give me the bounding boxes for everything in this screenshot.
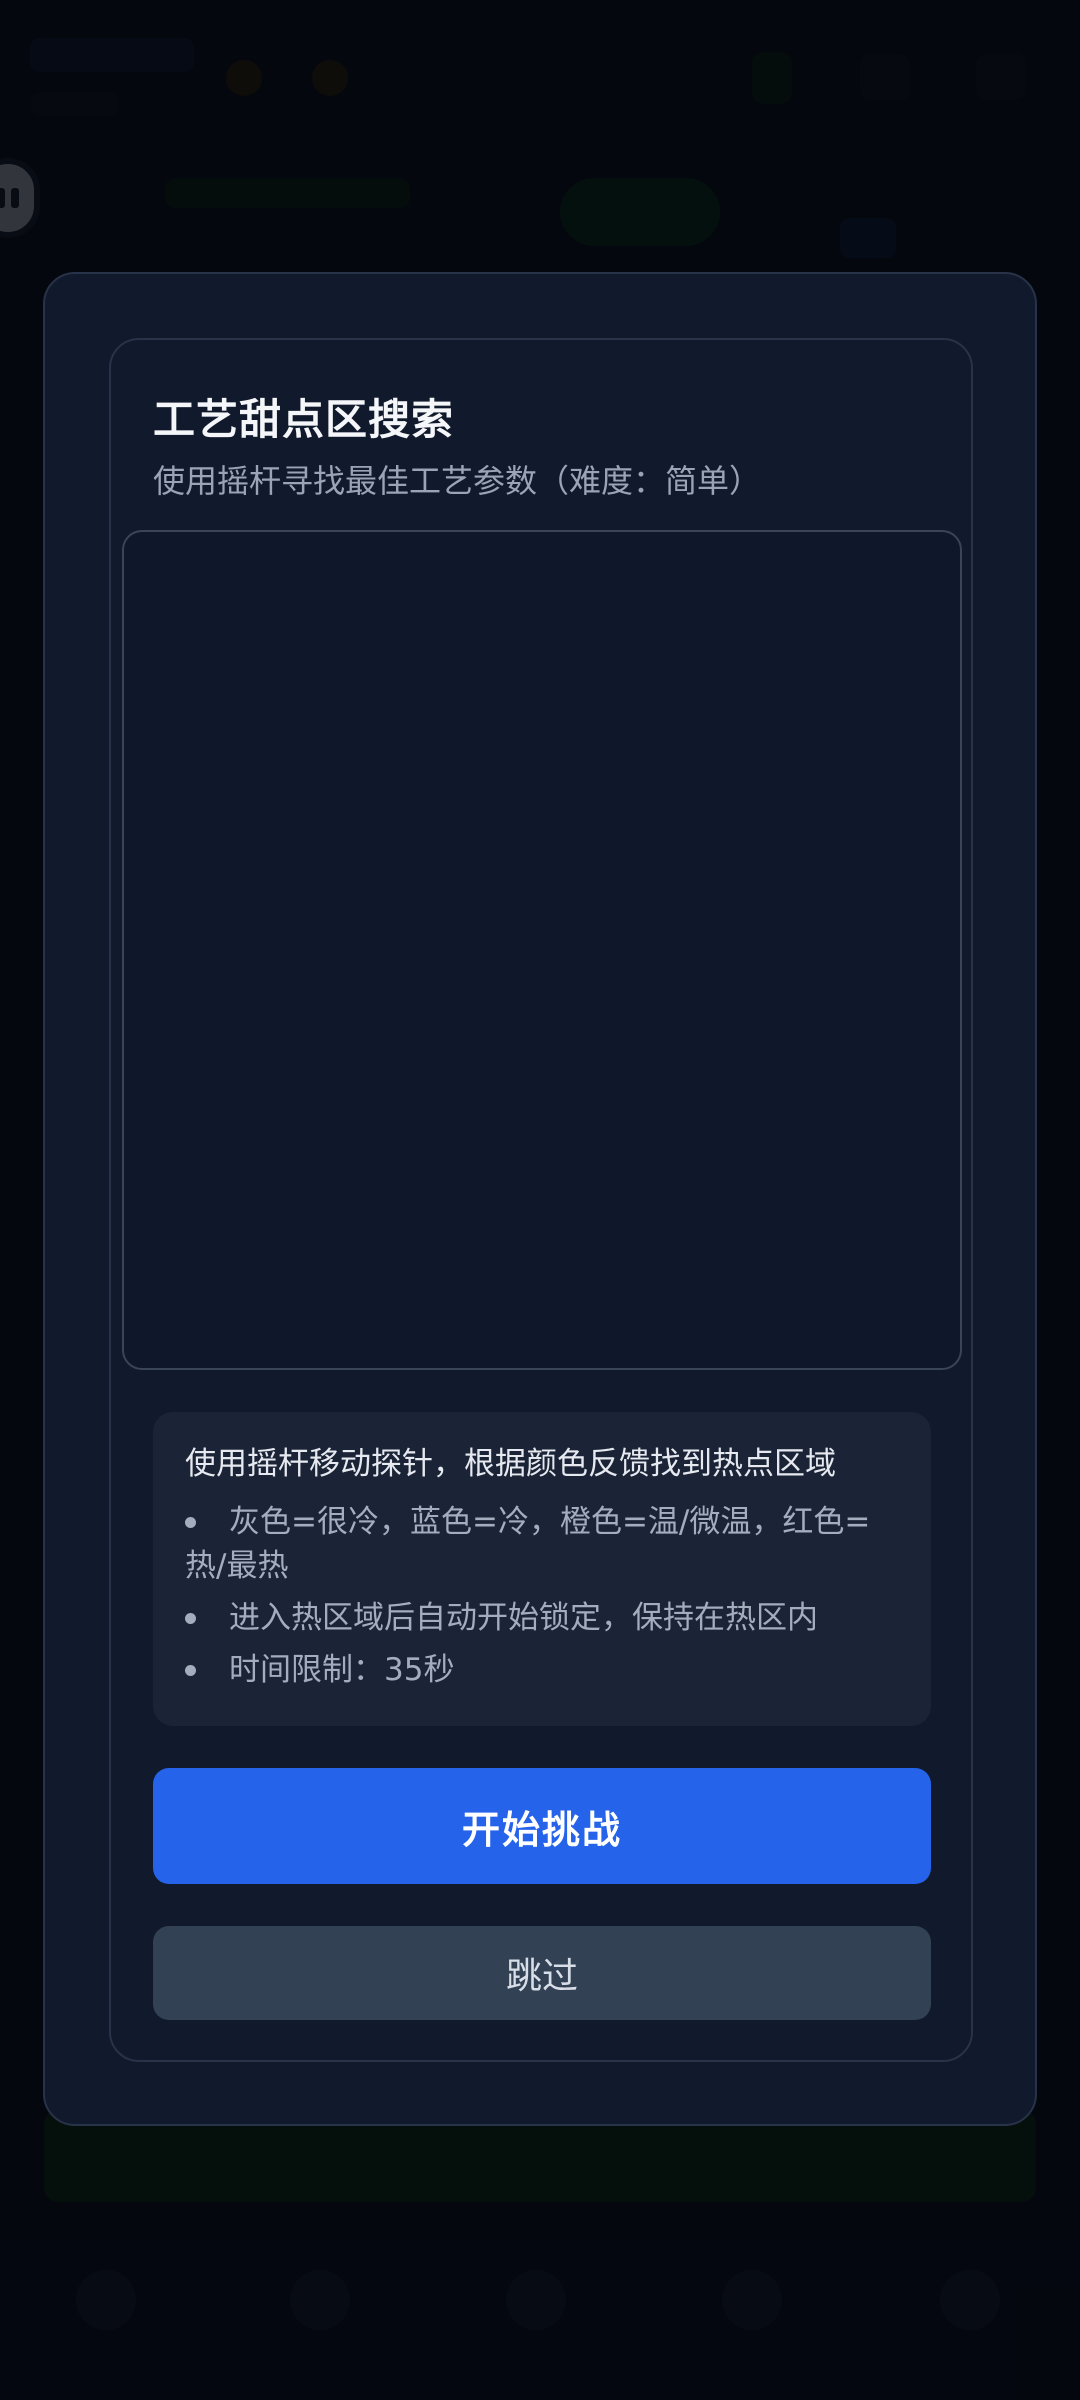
instruction-text: 进入热区域后自动开始锁定，保持在热区内 <box>229 1600 818 1636</box>
bullet-icon <box>185 1665 196 1676</box>
instructions-box: 使用摇杆移动探针，根据颜色反馈找到热点区域 灰色=很冷，蓝色=冷，橙色=温/微温… <box>153 1412 931 1726</box>
instruction-item: 进入热区域后自动开始锁定，保持在热区内 <box>185 1596 901 1640</box>
instructions-list: 灰色=很冷，蓝色=冷，橙色=温/微温，红色=热/最热 进入热区域后自动开始锁定，… <box>185 1500 901 1692</box>
skip-button[interactable]: 跳过 <box>153 1926 931 2020</box>
instruction-item: 灰色=很冷，蓝色=冷，橙色=温/微温，红色=热/最热 <box>185 1500 901 1588</box>
instructions-lead: 使用摇杆移动探针，根据颜色反馈找到热点区域 <box>185 1446 836 1482</box>
minigame-card: 工艺甜点区搜索 使用摇杆寻找最佳工艺参数（难度：简单） 使用摇杆移动探针，根据颜… <box>109 338 973 2062</box>
bullet-icon <box>185 1613 196 1624</box>
instruction-item: 时间限制：35秒 <box>185 1648 901 1692</box>
instruction-text: 时间限制：35秒 <box>229 1652 455 1688</box>
app-screen: 工艺甜点区搜索 使用摇杆寻找最佳工艺参数（难度：简单） 使用摇杆移动探针，根据颜… <box>0 0 1080 2400</box>
bullet-icon <box>185 1517 196 1528</box>
instruction-text: 灰色=很冷，蓝色=冷，橙色=温/微温，红色=热/最热 <box>185 1504 871 1584</box>
game-canvas[interactable] <box>122 530 962 1370</box>
dialog-subtitle: 使用摇杆寻找最佳工艺参数（难度：简单） <box>153 462 762 500</box>
start-challenge-button[interactable]: 开始挑战 <box>153 1768 931 1884</box>
dialog-title: 工艺甜点区搜索 <box>153 395 455 444</box>
minigame-modal: 工艺甜点区搜索 使用摇杆寻找最佳工艺参数（难度：简单） 使用摇杆移动探针，根据颜… <box>43 272 1037 2126</box>
